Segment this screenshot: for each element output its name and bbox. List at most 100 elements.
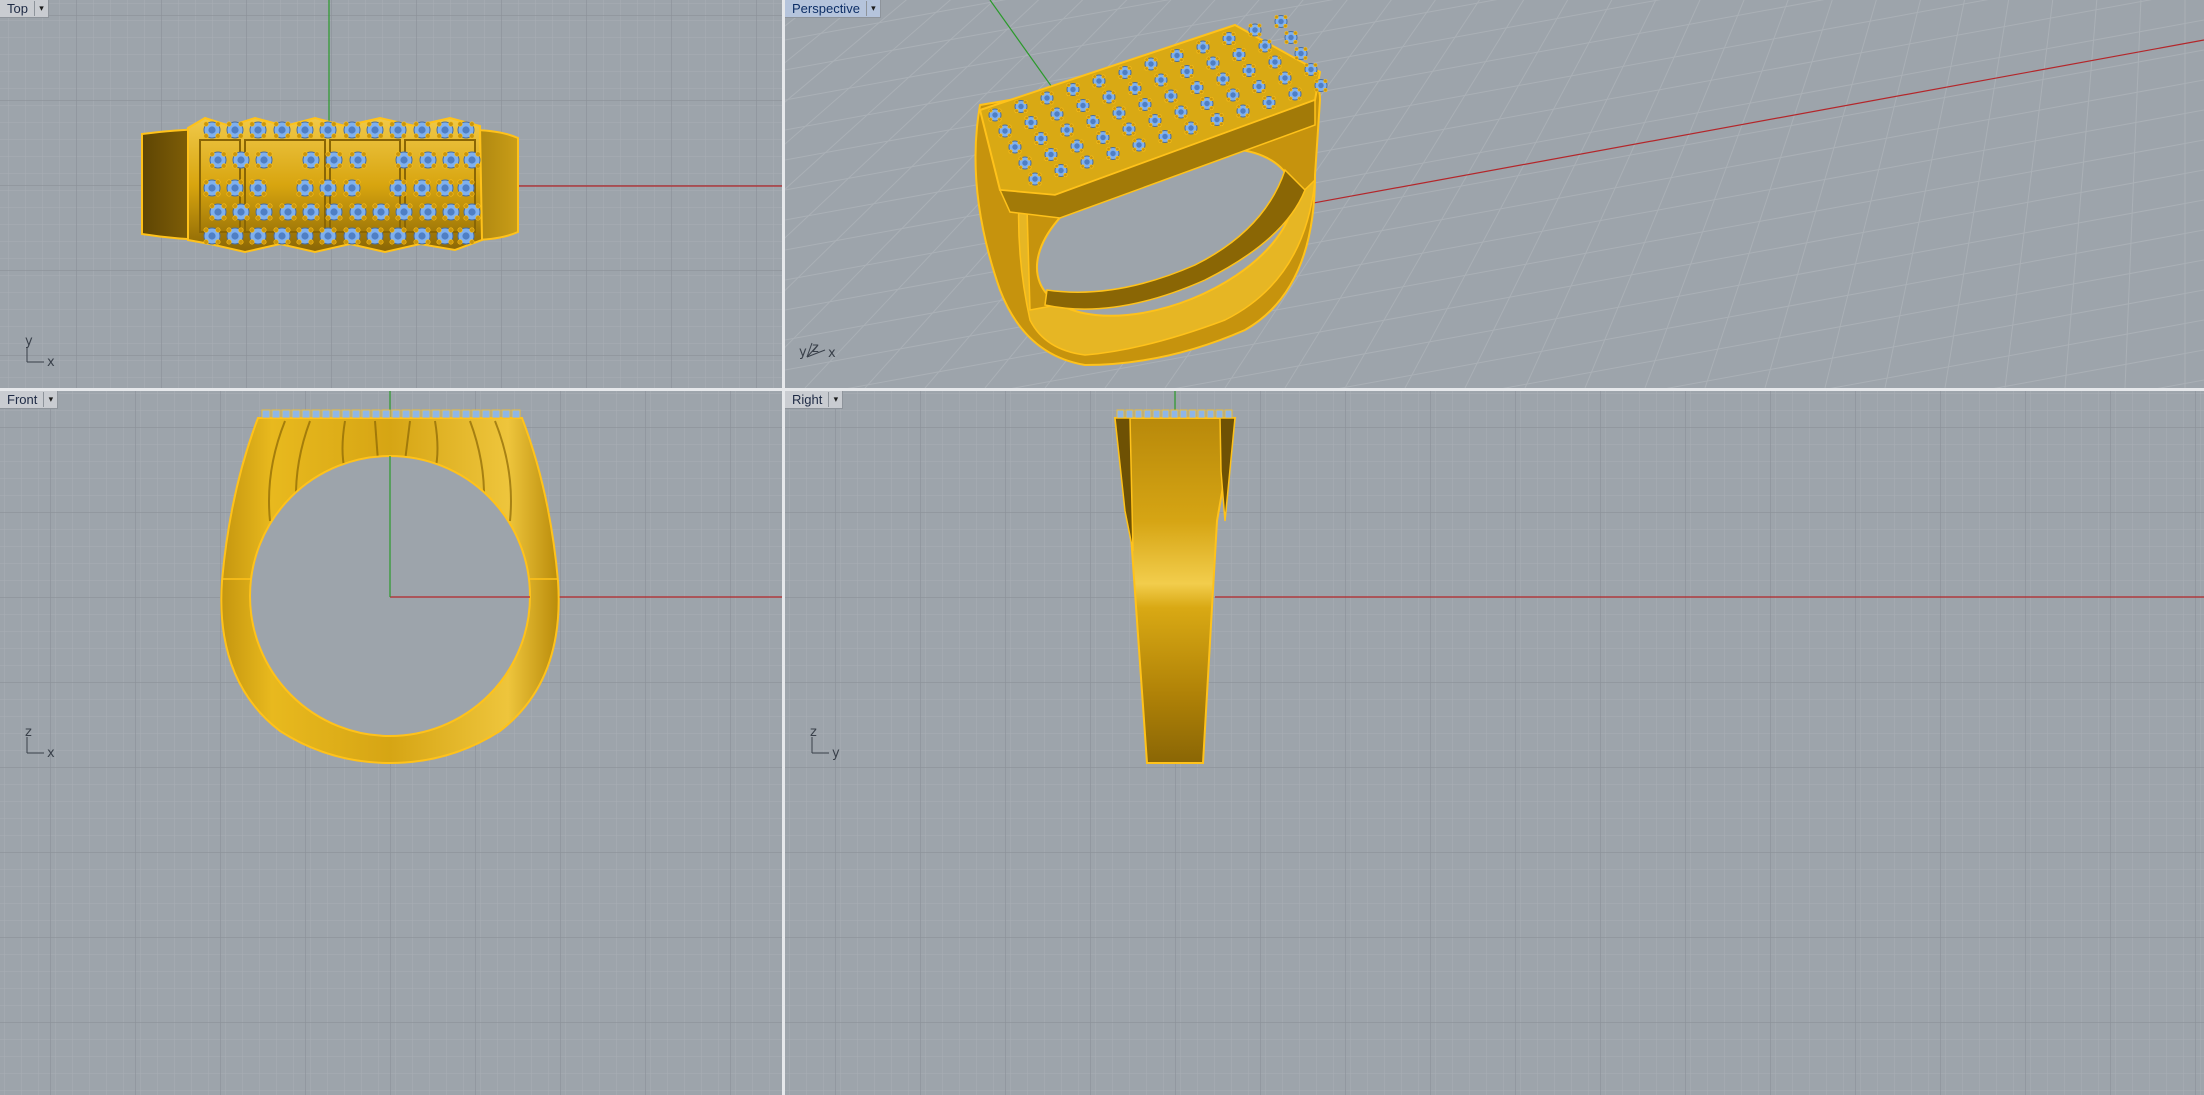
- gemstone: [255, 203, 273, 221]
- gemstone: [1226, 88, 1240, 102]
- gemstone: [203, 227, 221, 245]
- gemstone-setting: [1116, 409, 1125, 419]
- gemstone-setting: [471, 409, 481, 419]
- gemstone: [1040, 91, 1054, 105]
- viewport-menu-dropdown-icon[interactable]: ▾: [865, 1, 880, 16]
- gemstone: [1232, 48, 1246, 61]
- gemstone-setting: [1152, 409, 1161, 419]
- axis-label-z: z: [810, 725, 817, 740]
- front-viewport-canvas[interactable]: z x: [0, 391, 782, 1095]
- gemstone-setting: [381, 409, 391, 419]
- viewport-title-label: Right: [792, 392, 823, 407]
- gemstone: [442, 151, 460, 169]
- viewport-title-top[interactable]: Top ▾: [0, 0, 49, 18]
- viewport-right[interactable]: z y Right ▾: [785, 391, 2204, 1095]
- gemstone: [1050, 107, 1064, 121]
- gemstone: [296, 121, 314, 139]
- gemstone-setting: [411, 409, 421, 419]
- gemstone: [1138, 98, 1152, 111]
- gemstone: [226, 121, 244, 139]
- gemstone-setting: [371, 409, 381, 419]
- gemstone: [1294, 47, 1308, 60]
- gemstone: [1206, 56, 1220, 70]
- gemstone-setting: [511, 409, 521, 419]
- axis-label-y: y: [25, 334, 33, 349]
- viewport-title-label: Top: [7, 1, 28, 16]
- gemstone: [232, 151, 250, 169]
- gemstone: [319, 121, 337, 139]
- viewport-menu-dropdown-icon[interactable]: ▾: [43, 392, 57, 407]
- gemstone: [1148, 114, 1162, 127]
- gemstone: [273, 227, 291, 245]
- gemstone-setting: [421, 409, 431, 419]
- gemstone: [302, 203, 320, 221]
- gemstone: [463, 151, 481, 169]
- gemstone-setting: [491, 409, 501, 419]
- gemstone: [1216, 72, 1230, 86]
- gemstone: [1200, 97, 1214, 110]
- gemstone: [998, 124, 1012, 138]
- gemstone-setting: [391, 409, 401, 419]
- gemstone: [226, 227, 244, 245]
- gemstone: [1180, 65, 1194, 78]
- viewport-title-front[interactable]: Front ▾: [0, 391, 59, 409]
- top-viewport-canvas[interactable]: y x: [0, 0, 782, 388]
- gemstone: [203, 179, 221, 197]
- gemstone: [343, 227, 361, 245]
- gemstone: [457, 121, 475, 139]
- viewport-top[interactable]: y x Top ▾: [0, 0, 782, 388]
- viewport-title-label: Front: [7, 392, 38, 407]
- gemstone: [1236, 104, 1250, 118]
- gemstone-setting: [341, 409, 351, 419]
- viewport-divider-vertical[interactable]: [782, 0, 785, 1095]
- gemstone: [349, 151, 367, 169]
- gemstone: [319, 179, 337, 197]
- viewport-menu-dropdown-icon[interactable]: ▾: [828, 392, 842, 407]
- right-viewport-canvas[interactable]: z y: [785, 391, 2204, 1095]
- gemstone: [1210, 113, 1224, 126]
- gemstone-setting: [301, 409, 311, 419]
- gemstone: [1096, 131, 1110, 144]
- gemstone-setting: [451, 409, 461, 419]
- gemstone-setting: [1197, 409, 1206, 419]
- viewport-divider-horizontal[interactable]: [0, 388, 2204, 391]
- gemstone: [249, 179, 267, 197]
- gemstone: [1278, 71, 1292, 85]
- gemstone: [1268, 55, 1282, 69]
- gemstone: [436, 227, 454, 245]
- gemstone: [1024, 116, 1038, 129]
- viewport-front[interactable]: z x Front ▾: [0, 391, 782, 1095]
- viewport-perspective[interactable]: y z x Perspective ▾: [785, 0, 2204, 388]
- gemstone: [389, 121, 407, 139]
- gemstone: [1170, 49, 1184, 62]
- gemstone: [296, 179, 314, 197]
- gemstone: [325, 203, 343, 221]
- gemstone-setting: [1224, 409, 1233, 419]
- axis-label-x: x: [47, 746, 55, 761]
- gemstone: [319, 227, 337, 245]
- viewport-title-right[interactable]: Right ▾: [785, 391, 844, 409]
- viewport-menu-dropdown-icon[interactable]: ▾: [33, 1, 48, 16]
- gemstone-setting: [271, 409, 281, 419]
- viewport-title-perspective[interactable]: Perspective ▾: [785, 0, 881, 18]
- gemstone: [343, 121, 361, 139]
- gemstone: [1184, 121, 1198, 135]
- gemstone: [1080, 155, 1094, 169]
- gemstone: [1132, 138, 1146, 152]
- gemstone-setting: [431, 409, 441, 419]
- gemstone: [457, 227, 475, 245]
- gemstone: [988, 108, 1002, 122]
- gemstone: [1028, 172, 1042, 186]
- axis-label-x: x: [47, 355, 55, 370]
- gemstone-setting: [1134, 409, 1143, 419]
- gemstone: [1196, 40, 1210, 54]
- gemstone: [395, 203, 413, 221]
- perspective-viewport-canvas[interactable]: y z x: [785, 0, 2204, 388]
- gemstone: [389, 179, 407, 197]
- gemstone: [1054, 164, 1068, 177]
- gemstone: [366, 227, 384, 245]
- gemstone: [419, 203, 437, 221]
- gemstone: [366, 121, 384, 139]
- gemstone: [249, 121, 267, 139]
- gemstone: [1066, 83, 1080, 96]
